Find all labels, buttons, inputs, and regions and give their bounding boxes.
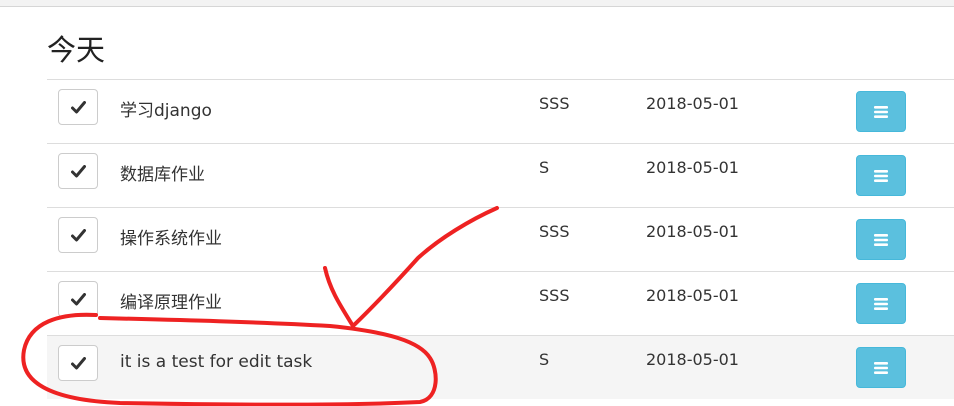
task-name: 操作系统作业 <box>120 229 222 249</box>
bars-icon <box>874 169 888 182</box>
section-title: 今天 <box>47 33 106 67</box>
task-date: 2018-05-01 <box>646 286 739 305</box>
complete-task-button[interactable] <box>58 217 98 253</box>
task-name: it is a test for edit task <box>120 352 313 372</box>
bars-icon <box>874 361 888 374</box>
task-priority: S <box>539 350 550 369</box>
check-icon <box>70 228 86 241</box>
complete-task-button[interactable] <box>58 89 98 125</box>
bars-icon <box>874 105 888 118</box>
task-date: 2018-05-01 <box>646 158 739 177</box>
task-date: 2018-05-01 <box>646 222 739 241</box>
bars-icon <box>874 297 888 310</box>
task-row-highlighted: it is a test for edit task S 2018-05-01 <box>47 335 954 399</box>
check-icon <box>70 164 86 177</box>
task-priority: SSS <box>539 222 570 241</box>
task-priority: S <box>539 158 550 177</box>
check-icon <box>70 292 86 305</box>
task-menu-button[interactable] <box>856 219 906 260</box>
task-row: 数据库作业 S 2018-05-01 <box>47 143 954 207</box>
complete-task-button[interactable] <box>58 345 98 381</box>
task-priority: SSS <box>539 286 570 305</box>
task-name: 学习django <box>120 101 212 121</box>
task-priority: SSS <box>539 94 570 113</box>
task-date: 2018-05-01 <box>646 350 739 369</box>
task-menu-button[interactable] <box>856 91 906 132</box>
check-icon <box>70 356 86 369</box>
bars-icon <box>874 233 888 246</box>
browser-top-bar <box>0 0 954 7</box>
task-table: 学习django SSS 2018-05-01 数据库作业 S 2018-05-… <box>47 79 954 399</box>
task-name: 数据库作业 <box>120 165 205 185</box>
task-name: 编译原理作业 <box>120 293 222 313</box>
task-menu-button[interactable] <box>856 283 906 324</box>
complete-task-button[interactable] <box>58 281 98 317</box>
task-row: 学习django SSS 2018-05-01 <box>47 79 954 143</box>
task-row: 操作系统作业 SSS 2018-05-01 <box>47 207 954 271</box>
task-menu-button[interactable] <box>856 347 906 388</box>
task-menu-button[interactable] <box>856 155 906 196</box>
task-row: 编译原理作业 SSS 2018-05-01 <box>47 271 954 335</box>
check-icon <box>70 100 86 113</box>
complete-task-button[interactable] <box>58 153 98 189</box>
task-date: 2018-05-01 <box>646 94 739 113</box>
